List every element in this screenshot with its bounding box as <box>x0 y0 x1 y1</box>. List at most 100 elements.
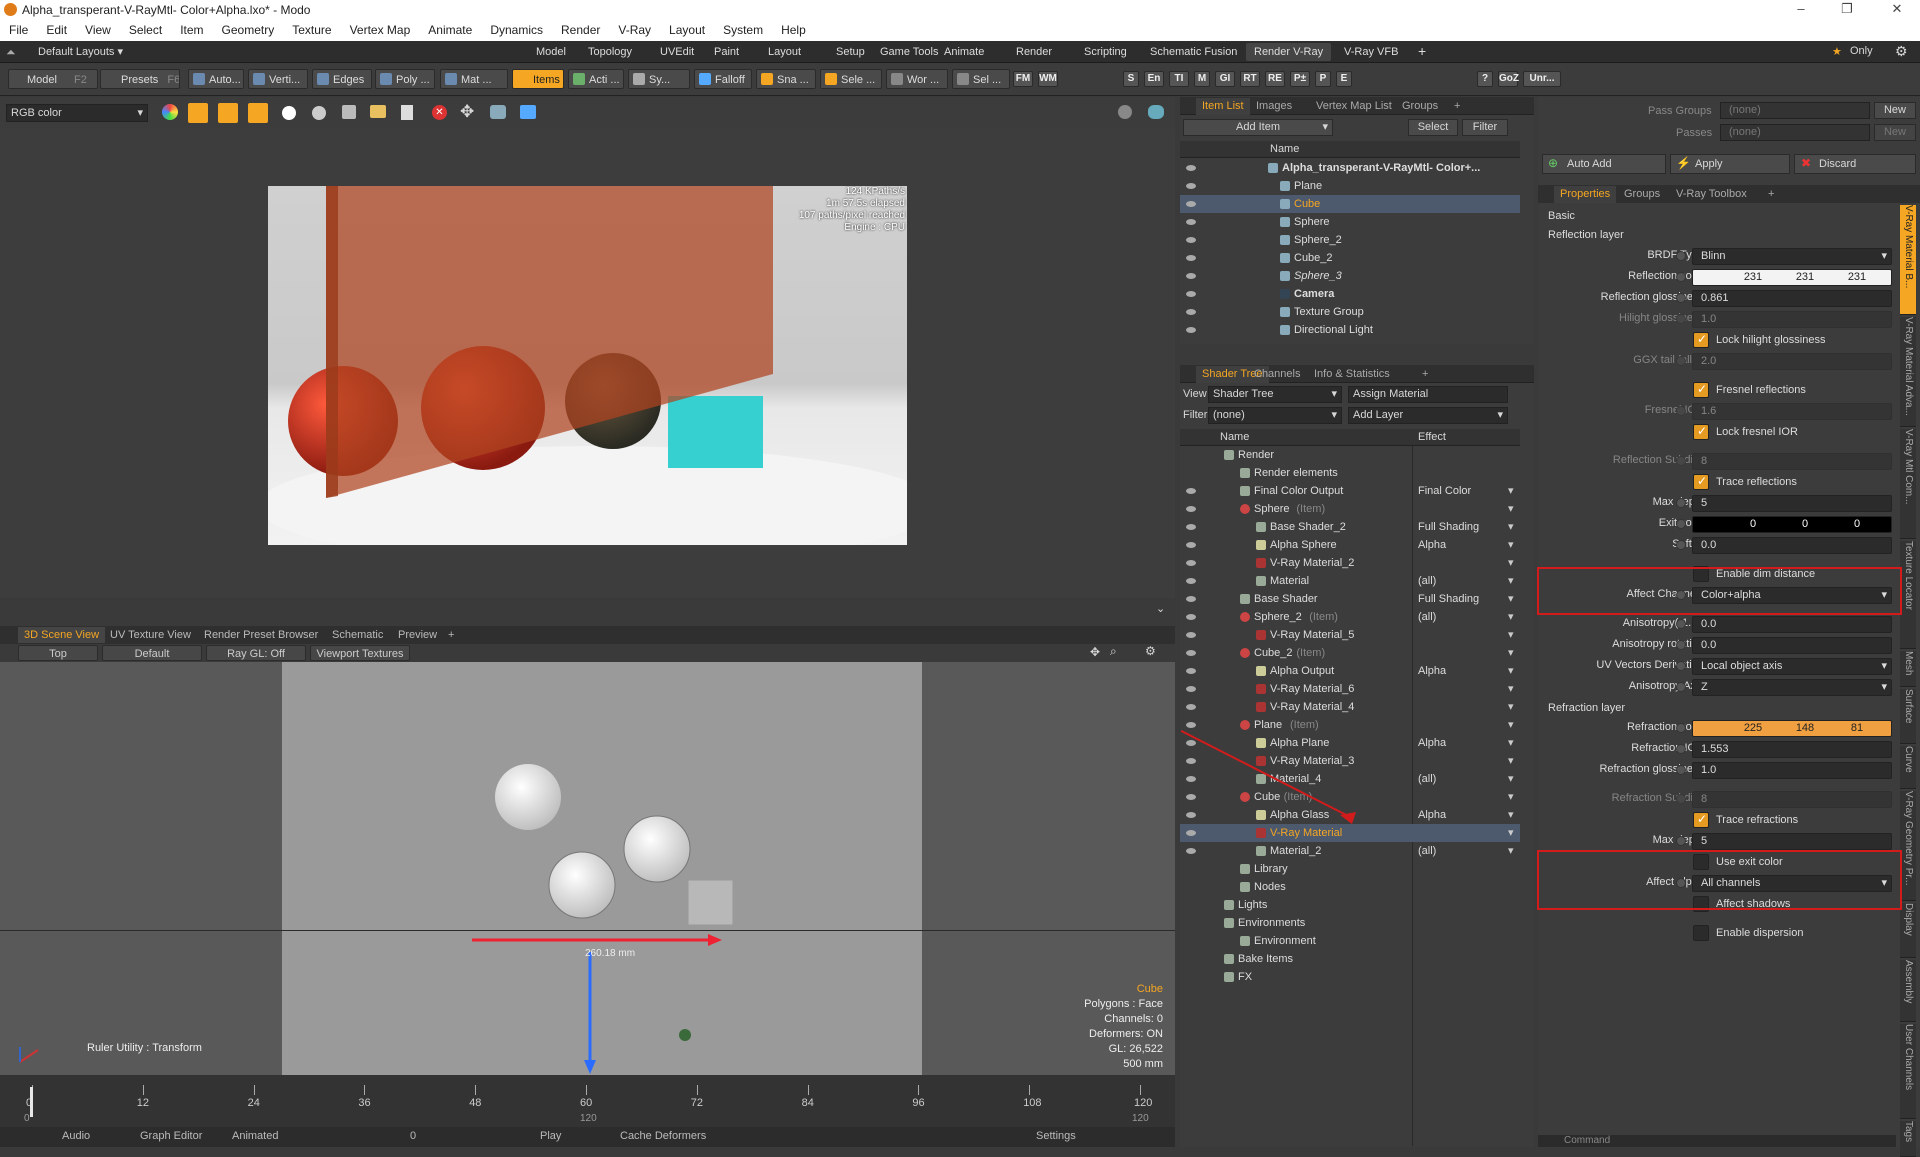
tool-glyph-fm[interactable]: FM <box>1013 71 1033 87</box>
effect-dropdown-icon[interactable]: ▾ <box>1508 806 1514 824</box>
effect-dropdown-icon[interactable]: ▾ <box>1508 626 1514 644</box>
tool-glyph-p[interactable]: P± <box>1290 71 1310 87</box>
eye-icon[interactable] <box>1186 632 1196 638</box>
tool-glyph-ti[interactable]: TI <box>1169 71 1189 87</box>
anisotropy-rotation-anim-dot[interactable] <box>1676 640 1686 650</box>
layout-tab-render[interactable]: Render <box>1008 43 1060 61</box>
refraction-subdivs-field[interactable]: 8 <box>1692 791 1892 808</box>
eye-icon[interactable] <box>1186 794 1196 800</box>
anisotropy-rotation-field[interactable]: 0.0 <box>1692 637 1892 654</box>
raygl-toggle[interactable]: Ray GL: Off <box>206 645 306 661</box>
refraction-glossiness-field[interactable]: 1.0 <box>1692 762 1892 779</box>
menu-layout[interactable]: Layout <box>660 20 714 41</box>
layout-tab-layout[interactable]: Layout <box>760 43 809 61</box>
tool-glyph-s[interactable]: S <box>1123 71 1139 87</box>
light-object[interactable] <box>679 1029 691 1041</box>
render-region-icon[interactable] <box>188 103 208 123</box>
shader-row[interactable]: Base Shader_2 Full Shading ▾ <box>1180 518 1520 536</box>
viewport-tab-schematic[interactable]: Schematic <box>326 627 389 643</box>
layout-tab-topology[interactable]: Topology <box>580 43 640 61</box>
eye-icon[interactable] <box>1186 506 1196 512</box>
item-list-tab-vertex-map-list[interactable]: Vertex Map List <box>1310 98 1398 115</box>
item-list-tab-groups[interactable]: Groups <box>1396 98 1444 115</box>
menu-view[interactable]: View <box>76 20 120 41</box>
eye-icon[interactable] <box>1186 830 1196 836</box>
refraction-color-field[interactable]: 225 148 81 <box>1692 720 1892 737</box>
tool-poly-button[interactable]: Poly ... <box>375 69 435 89</box>
shader-row[interactable]: Alpha Output Alpha ▾ <box>1180 662 1520 680</box>
max-depth-field[interactable]: 5 <box>1692 495 1892 512</box>
effect-dropdown-icon[interactable]: ▾ <box>1508 644 1514 662</box>
view-dropdown[interactable]: Top <box>18 645 98 661</box>
tool-verti-button[interactable]: Verti... <box>248 69 308 89</box>
tool-glyph-p[interactable]: P <box>1315 71 1331 87</box>
menu-help[interactable]: Help <box>772 20 815 41</box>
tool-sel-button[interactable]: Sel ... <box>952 69 1010 89</box>
menu-dynamics[interactable]: Dynamics <box>481 20 552 41</box>
menu-geometry[interactable]: Geometry <box>213 20 284 41</box>
shader-row[interactable]: Nodes <box>1180 878 1520 896</box>
shader-row[interactable]: FX <box>1180 968 1520 986</box>
section-refraction[interactable]: Refraction layer <box>1548 699 1625 717</box>
gear-icon[interactable]: ⚙ <box>1895 43 1908 60</box>
eye-icon[interactable] <box>1186 524 1196 530</box>
new-pass-button[interactable]: New <box>1874 124 1916 141</box>
pass-groups-dropdown[interactable]: (none) <box>1720 102 1870 119</box>
tool-glyph-e[interactable]: E <box>1336 71 1352 87</box>
item-list-tab-x[interactable]: + <box>1448 98 1466 115</box>
eye-icon[interactable] <box>1186 542 1196 548</box>
save-icon[interactable] <box>342 105 356 119</box>
tool-sy-button[interactable]: Sy... <box>628 69 690 89</box>
effect-dropdown-icon[interactable]: ▾ <box>1508 572 1514 590</box>
menu-select[interactable]: Select <box>120 20 171 41</box>
passes-dropdown[interactable]: (none) <box>1720 124 1870 141</box>
viewport-tab-preview[interactable]: Preview <box>392 627 443 643</box>
reflection-glossiness-field[interactable]: 0.861 <box>1692 290 1892 307</box>
shader-tab-channels[interactable]: Channels <box>1248 366 1306 383</box>
item-row[interactable]: Cube <box>1180 195 1520 213</box>
menu-vertex-map[interactable]: Vertex Map <box>341 20 420 41</box>
auto-add-button[interactable]: Auto Add <box>1542 154 1666 174</box>
prop-tab-x[interactable]: + <box>1762 186 1780 203</box>
item-row[interactable]: Camera <box>1180 285 1520 303</box>
add-item-dropdown[interactable]: Add Item ▾ <box>1183 119 1333 136</box>
tool-edges-button[interactable]: Edges <box>312 69 372 89</box>
expand-icon[interactable]: ⏶ <box>6 45 16 60</box>
lock-hilight-checkbox[interactable] <box>1693 332 1709 348</box>
viewport-textures-toggle[interactable]: Viewport Textures <box>310 645 410 661</box>
eye-icon[interactable] <box>1186 686 1196 692</box>
refraction-subdivs-anim-dot[interactable] <box>1676 794 1686 804</box>
effect-dropdown-icon[interactable]: ▾ <box>1508 662 1514 680</box>
shader-tab-x[interactable]: + <box>1416 366 1434 383</box>
fresnel-ior-anim-dot[interactable] <box>1676 406 1686 416</box>
menu-animate[interactable]: Animate <box>419 20 481 41</box>
item-row[interactable]: Cube_2 <box>1180 249 1520 267</box>
render-lock-icon[interactable] <box>248 103 268 123</box>
reflection-color-field[interactable]: 231 231 231 <box>1692 269 1892 286</box>
shader-view-dropdown[interactable]: Shader Tree ▾ <box>1208 386 1342 403</box>
add-layout-icon[interactable]: + <box>1418 43 1426 59</box>
fresnel-reflections-checkbox[interactable] <box>1693 382 1709 398</box>
viewport-tab-3d-scene-view[interactable]: 3D Scene View <box>18 627 106 643</box>
command-field[interactable]: Command <box>1538 1135 1896 1147</box>
shading-icon[interactable] <box>1118 105 1132 119</box>
teapot-icon[interactable] <box>1148 105 1164 119</box>
timeline[interactable]: 0 12 24 36 48 60 72 84 96 108 120 0 120 120 Audio Grap… <box>0 1075 1175 1147</box>
effect-dropdown-icon[interactable]: ▾ <box>1508 554 1514 572</box>
shader-row[interactable]: V-Ray Material_2 ▾ <box>1180 554 1520 572</box>
effect-dropdown-icon[interactable]: ▾ <box>1508 698 1514 716</box>
display-icon[interactable] <box>520 105 536 119</box>
shader-row[interactable]: Cube (Item) ▾ <box>1180 788 1520 806</box>
shader-row[interactable]: Cube_2 (Item) ▾ <box>1180 644 1520 662</box>
item-row[interactable]: Alpha_transperant-V-RayMtl- Color+... <box>1180 159 1520 177</box>
menu-edit[interactable]: Edit <box>37 20 76 41</box>
shader-row[interactable]: Material_2 (all) ▾ <box>1180 842 1520 860</box>
folder-icon[interactable] <box>370 105 386 118</box>
shader-row[interactable]: Render elements <box>1180 464 1520 482</box>
prop-tab-groups[interactable]: Groups <box>1618 186 1666 203</box>
timeline-playhead[interactable] <box>30 1087 33 1117</box>
tool-falloff-button[interactable]: Falloff <box>694 69 752 89</box>
transport-animated[interactable]: Animated <box>232 1130 278 1142</box>
render-crop-icon[interactable] <box>218 103 238 123</box>
eye-icon[interactable] <box>1186 309 1196 315</box>
